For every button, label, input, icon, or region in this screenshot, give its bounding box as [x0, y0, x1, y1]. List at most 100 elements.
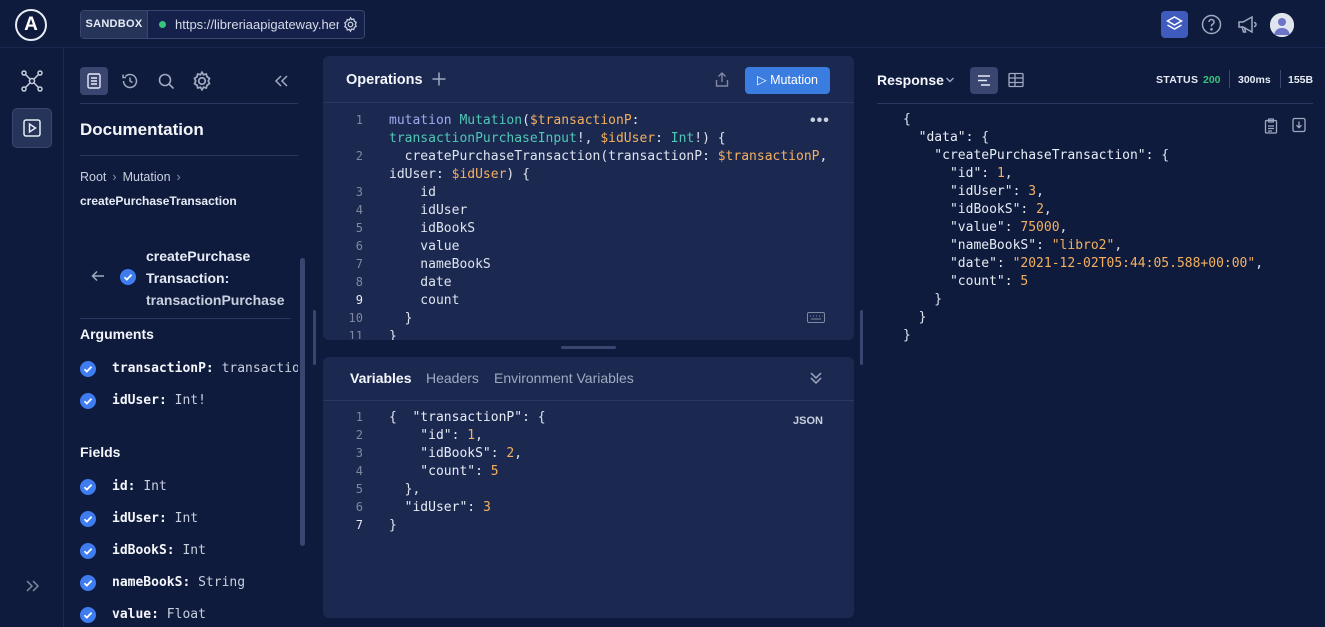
operation-editor[interactable]: mutation Mutation($transactionP: transac…	[389, 112, 834, 340]
divider	[1229, 70, 1230, 88]
rail-schema-button[interactable]	[12, 61, 52, 101]
field-type[interactable]: Int	[143, 479, 166, 494]
line-number: 11	[348, 329, 363, 339]
divider	[80, 103, 298, 104]
line-number: 2	[355, 149, 363, 163]
field-type[interactable]: Float	[167, 607, 206, 622]
run-mutation-button[interactable]: ▷ Mutation	[745, 67, 830, 94]
arrow-left-icon[interactable]	[90, 268, 106, 284]
double-chevron-down-icon[interactable]	[809, 370, 823, 386]
apollo-logo[interactable]: A	[15, 9, 47, 41]
arguments-title: Arguments	[80, 326, 154, 342]
argument-row[interactable]: transactionP: transactionPurchaseInput!	[80, 360, 298, 378]
check-icon	[83, 366, 93, 373]
breadcrumb-root[interactable]: Root	[80, 170, 106, 184]
line-number: 3	[355, 185, 363, 199]
announcements-button[interactable]	[1234, 11, 1261, 38]
status-code: 200	[1203, 74, 1221, 86]
field-name: idBookS:	[112, 543, 175, 558]
field-selected-checkbox[interactable]	[120, 269, 136, 285]
tab-variables[interactable]: Variables	[350, 370, 412, 386]
resize-handle[interactable]	[860, 310, 863, 365]
response-title[interactable]: Response	[877, 72, 944, 88]
check-icon	[83, 398, 93, 405]
documentation-title: Documentation	[80, 120, 204, 139]
argument-type[interactable]: Int!	[175, 393, 206, 408]
field-checkbox[interactable]	[80, 607, 96, 623]
argument-row[interactable]: idUser: Int!	[80, 392, 298, 410]
table-icon[interactable]	[1006, 70, 1026, 90]
gear-icon[interactable]	[342, 16, 359, 33]
breadcrumb: Root › Mutation ›	[80, 170, 181, 184]
resize-handle[interactable]	[313, 310, 316, 365]
response-text-view-button[interactable]	[970, 67, 998, 94]
documentation-tab-button[interactable]	[80, 67, 108, 95]
line-number: 2	[355, 428, 363, 442]
line-number: 1	[355, 113, 363, 127]
rail-explorer-button[interactable]	[12, 108, 52, 148]
line-number: 1	[355, 410, 363, 424]
settings-tab-button[interactable]	[188, 67, 216, 95]
field-checkbox[interactable]	[80, 479, 96, 495]
variables-editor[interactable]: { "transactionP": { "id": 1, "idBookS": …	[389, 409, 769, 535]
line-number: 6	[355, 239, 363, 253]
field-row[interactable]: id: Int	[80, 478, 298, 496]
line-number: 5	[355, 221, 363, 235]
help-button[interactable]	[1198, 11, 1225, 38]
breadcrumb-mutation[interactable]: Mutation	[123, 170, 171, 184]
collapse-panel-button[interactable]	[267, 67, 295, 95]
tab-headers[interactable]: Headers	[426, 370, 479, 386]
top-bar: A SANDBOX https://libreriaapigateway.her…	[0, 0, 1325, 48]
operations-panel: Operations ▷ Mutation ••• 1 2 3 4 5 6 7 …	[323, 56, 854, 340]
argument-checkbox[interactable]	[80, 361, 96, 377]
schema-graph-icon	[21, 70, 43, 92]
chevron-down-icon[interactable]	[945, 75, 955, 85]
tab-environment-variables[interactable]: Environment Variables	[494, 370, 634, 386]
argument-checkbox[interactable]	[80, 393, 96, 409]
field-checkbox[interactable]	[80, 511, 96, 527]
check-icon	[83, 516, 93, 523]
argument-name: idUser:	[112, 393, 167, 408]
document-icon	[87, 73, 101, 89]
divider	[877, 103, 1313, 104]
field-return-type[interactable]: transactionPurchase	[146, 289, 306, 311]
line-number: 8	[355, 275, 363, 289]
plus-icon[interactable]	[431, 71, 447, 87]
status-label: STATUS	[1156, 74, 1199, 86]
documentation-panel: Documentation Root › Mutation › createPurch…	[64, 48, 314, 627]
line-number: 9	[355, 293, 363, 307]
user-avatar[interactable]	[1270, 13, 1294, 37]
layers-toggle-button[interactable]	[1161, 11, 1188, 38]
line-number: 4	[355, 203, 363, 217]
response-time: 300ms	[1238, 74, 1271, 86]
field-checkbox[interactable]	[80, 575, 96, 591]
history-tab-button[interactable]	[116, 67, 144, 95]
check-icon	[83, 612, 93, 619]
endpoint-url-input[interactable]: https://libreriaapigateway.herokuapp.com…	[175, 11, 339, 38]
field-type[interactable]: Int	[182, 543, 205, 558]
breadcrumb-current: createPurchaseTransaction	[80, 194, 237, 208]
field-row[interactable]: idUser: Int	[80, 510, 298, 528]
scrollbar[interactable]	[300, 258, 305, 546]
resize-handle[interactable]	[561, 346, 616, 349]
question-icon	[1201, 14, 1222, 35]
keyboard-icon[interactable]	[807, 312, 825, 323]
endpoint-selector[interactable]: SANDBOX https://libreriaapigateway.herok…	[80, 10, 365, 39]
field-type[interactable]: String	[198, 575, 245, 590]
line-number: 10	[348, 311, 363, 325]
operations-title: Operations	[346, 72, 423, 88]
double-chevron-left-icon	[274, 75, 288, 87]
variables-panel: Variables Headers Environment Variables …	[323, 357, 854, 618]
argument-type[interactable]: transactionPurchaseInput!	[222, 361, 298, 376]
double-chevron-right-icon[interactable]	[22, 576, 42, 596]
field-row[interactable]: idBookS: Int	[80, 542, 298, 560]
share-icon[interactable]	[714, 71, 730, 88]
field-type[interactable]: Int	[175, 511, 198, 526]
field-checkbox[interactable]	[80, 543, 96, 559]
response-body[interactable]: { "data": { "createPurchaseTransaction":…	[903, 111, 1303, 345]
search-tab-button[interactable]	[152, 67, 180, 95]
field-row[interactable]: nameBookS: String	[80, 574, 298, 592]
connection-status-dot	[159, 21, 166, 28]
field-row[interactable]: value: Float	[80, 606, 298, 624]
history-icon	[122, 73, 138, 89]
